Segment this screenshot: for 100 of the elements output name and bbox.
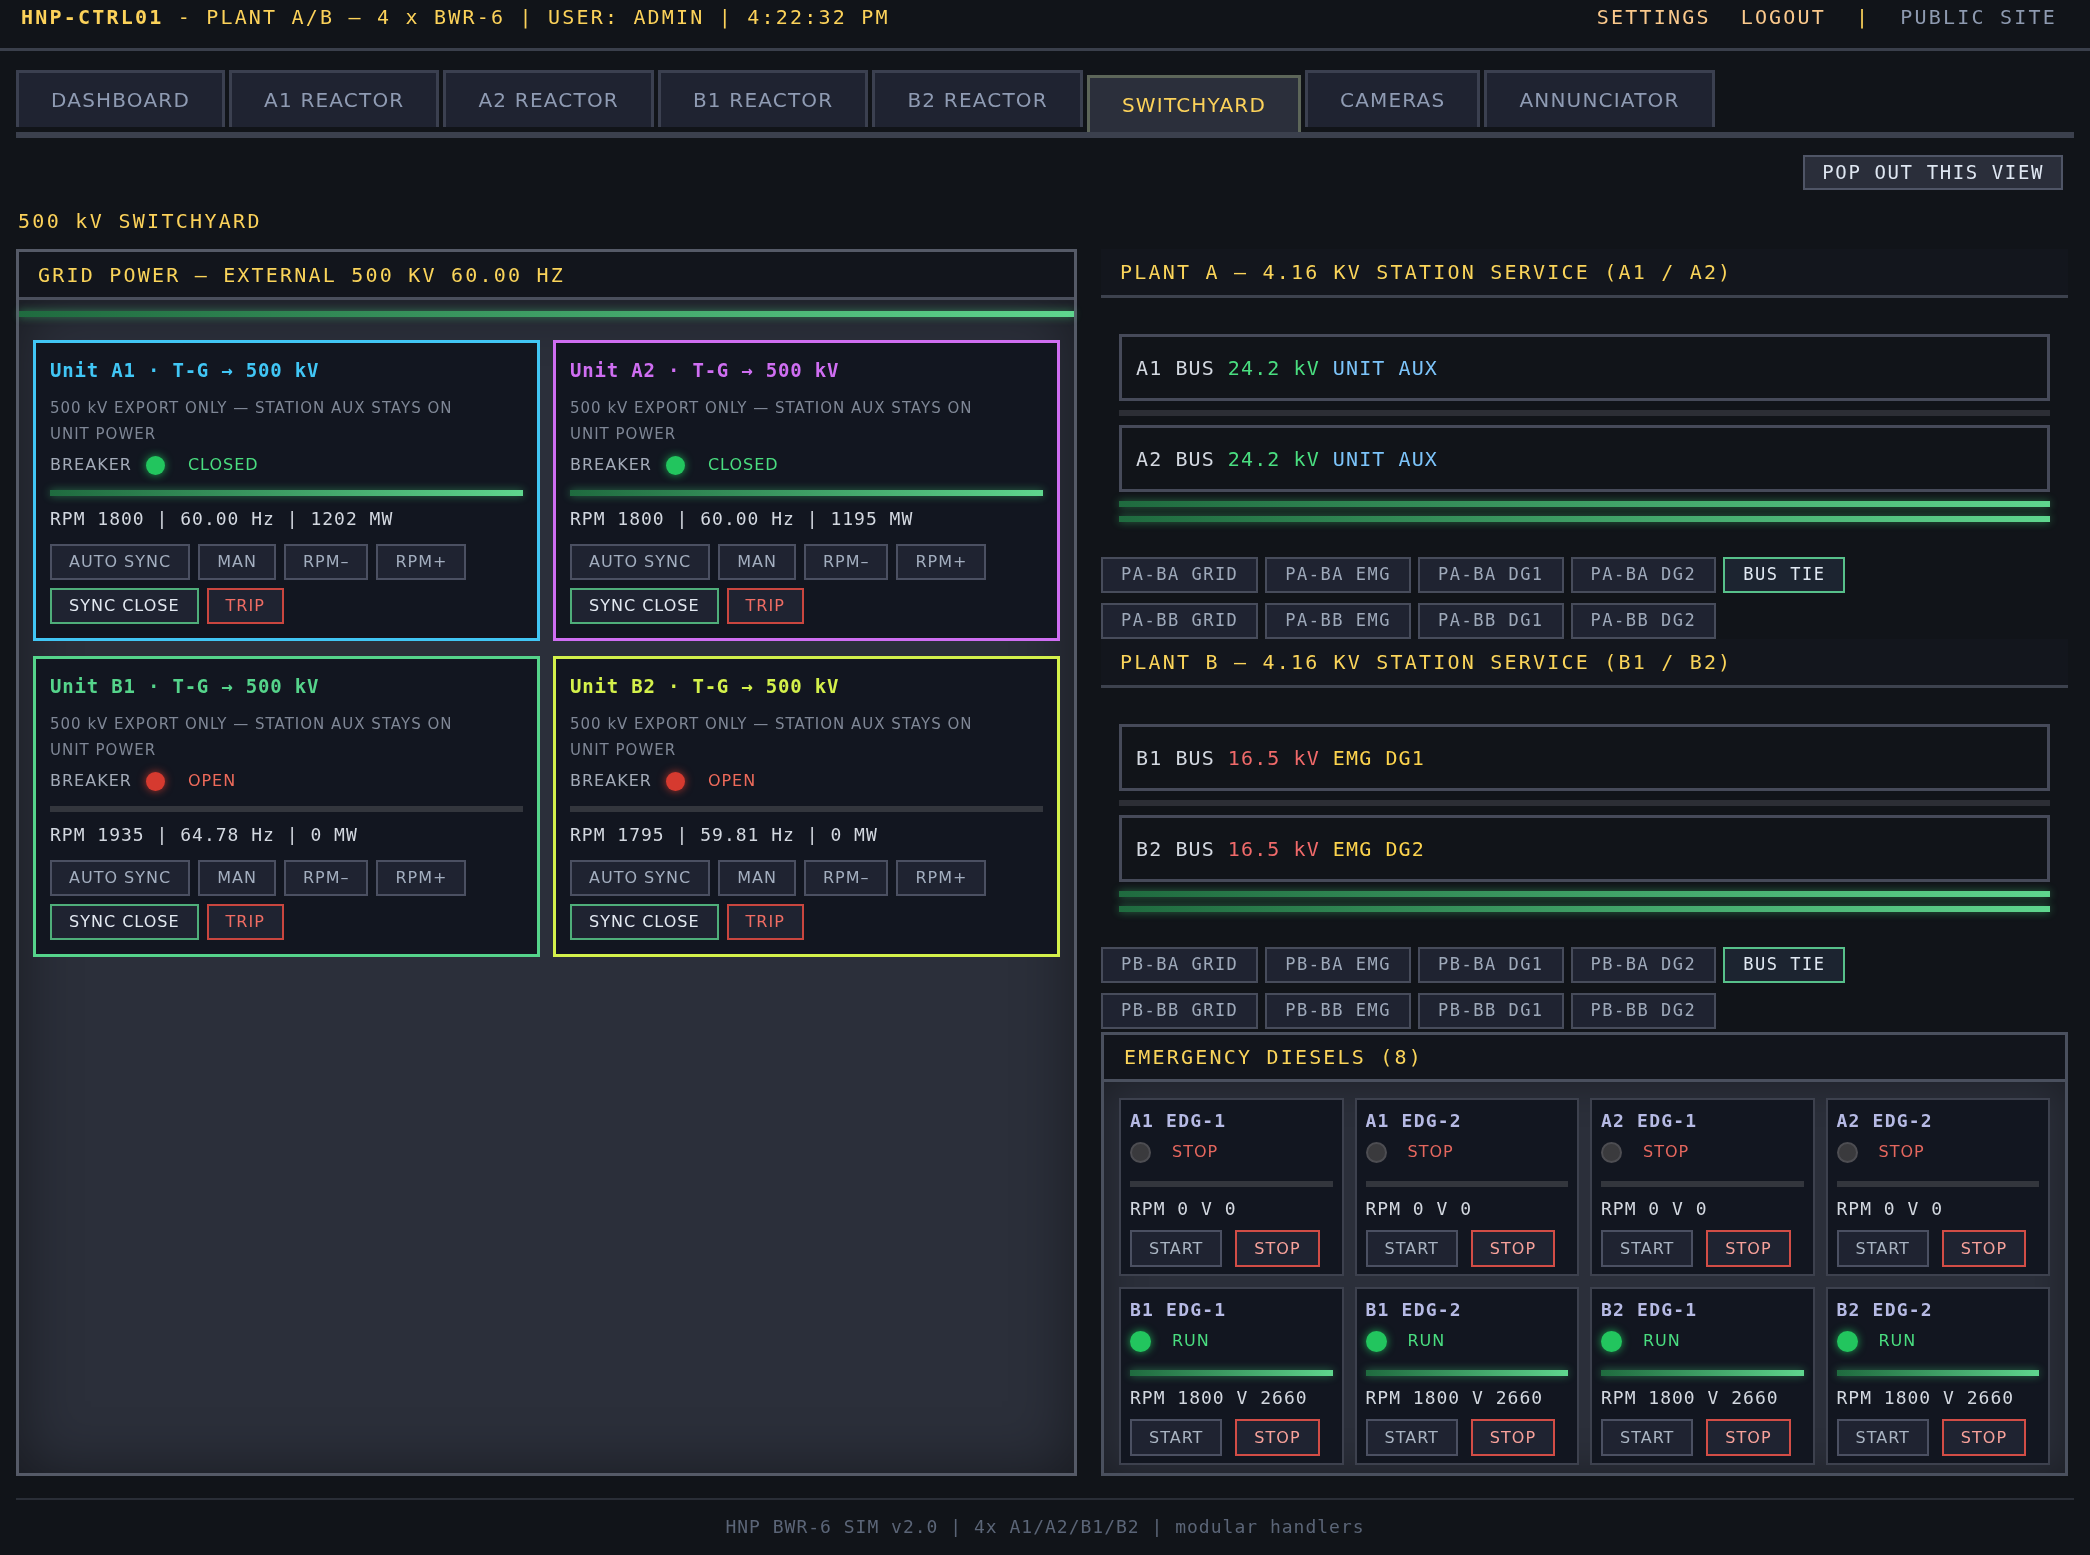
breaker-switch-button[interactable]: PB-BA DG2 [1570,947,1717,983]
breaker-switch-button[interactable]: PA-BA DG2 [1570,557,1717,593]
sync-close-button[interactable]: SYNC CLOSE [570,904,719,940]
stop-button[interactable]: STOP [1941,1230,2027,1267]
diesel-readout: RPM 1800 V 2660 [1130,1386,1308,1410]
bus-name: A1 BUS [1136,354,1215,382]
rpm-up-button[interactable]: RPM+ [376,544,467,580]
sync-close-button[interactable]: SYNC CLOSE [570,588,719,624]
trip-button[interactable]: TRIP [726,904,804,940]
breaker-switch-button[interactable]: PA-BA GRID [1101,557,1259,593]
auto-sync-button[interactable]: AUTO SYNC [50,544,191,580]
breaker-switch-button[interactable]: PB-BB GRID [1101,993,1259,1029]
tab[interactable]: A1 REACTOR [229,70,440,127]
start-button[interactable]: START [1836,1419,1929,1456]
start-button[interactable]: START [1601,1230,1694,1267]
start-button[interactable]: START [1130,1230,1223,1267]
trip-button[interactable]: TRIP [206,588,284,624]
tab[interactable]: CAMERAS [1305,70,1481,127]
diesel-readout: RPM 0 V 0 [1601,1197,1708,1221]
unit-title: Unit A1 · T-G → 500 kV [50,358,320,383]
breaker-switch-button[interactable]: PB-BA GRID [1101,947,1259,983]
breaker-state: OPEN [187,770,237,792]
breaker-switch-button[interactable]: PB-BA EMG [1265,947,1411,983]
breaker-switch-button[interactable]: PA-BB EMG [1265,603,1411,639]
sync-close-button[interactable]: SYNC CLOSE [50,904,199,940]
auto-sync-button[interactable]: AUTO SYNC [570,544,711,580]
breaker-switch-button[interactable]: PB-BA DG1 [1418,947,1564,983]
breaker-switch-button[interactable]: PB-BB DG2 [1570,993,1717,1029]
start-button[interactable]: START [1130,1419,1223,1456]
diesel-readout: RPM 0 V 0 [1836,1197,1944,1221]
bus-voltage: 24.2 kV [1227,445,1320,473]
manual-button[interactable]: MAN [198,860,276,896]
rpm-down-button[interactable]: RPM– [283,860,369,896]
rpm-down-button[interactable]: RPM– [803,544,889,580]
tab[interactable]: A2 REACTOR [443,70,654,127]
breaker-switch-button[interactable]: PB-BB DG1 [1418,993,1564,1029]
unit-readout: RPM 1935 | 64.78 Hz | 0 MW [50,823,358,847]
breaker-switch-button[interactable]: PA-BA EMG [1265,557,1411,593]
stop-button[interactable]: STOP [1470,1419,1556,1456]
stop-button[interactable]: STOP [1470,1230,1556,1267]
breaker-switch-button[interactable]: PB-BB EMG [1265,993,1411,1029]
breaker-switch-button[interactable]: BUS TIE [1723,947,1846,983]
bus-name: B2 BUS [1136,835,1215,863]
breaker-label: BREAKER [570,770,652,792]
tab[interactable]: SWITCHYARD [1086,75,1301,132]
nav-link[interactable]: SETTINGS [1596,3,1711,31]
rpm-down-button[interactable]: RPM– [803,860,889,896]
unit-readout: RPM 1800 | 60.00 Hz | 1195 MW [570,507,914,531]
breaker-state: CLOSED [187,454,259,476]
breaker-switch-button[interactable]: BUS TIE [1723,557,1846,593]
trip-button[interactable]: TRIP [206,904,284,940]
manual-button[interactable]: MAN [718,860,796,896]
diesel-name: A1 EDG-1 [1130,1109,1227,1133]
start-button[interactable]: START [1365,1230,1458,1267]
start-button[interactable]: START [1365,1419,1458,1456]
diesel-readout: RPM 0 V 0 [1365,1197,1473,1221]
tab[interactable]: B1 REACTOR [657,70,869,127]
start-button[interactable]: START [1601,1419,1694,1456]
sync-close-button[interactable]: SYNC CLOSE [50,588,199,624]
breaker-state: CLOSED [707,454,779,476]
stop-button[interactable]: STOP [1706,1230,1791,1267]
diesel-name: A2 EDG-2 [1836,1109,1933,1133]
diesel-readout: RPM 1800 V 2660 [1836,1386,2015,1410]
unit-title: Unit A2 · T-G → 500 kV [570,358,840,383]
diesel-status: STOP [1878,1141,1925,1163]
section-title: PLANT B — 4.16 KV STATION SERVICE (B1 / B2) [1120,649,1733,676]
tab[interactable]: DASHBOARD [16,70,225,127]
trip-button[interactable]: TRIP [726,588,804,624]
stop-button[interactable]: STOP [1941,1419,2027,1456]
nav-link[interactable]: LOGOUT [1740,3,1827,31]
breaker-switch-button[interactable]: PA-BB DG2 [1570,603,1717,639]
rpm-up-button[interactable]: RPM+ [896,544,987,580]
bus-source: UNIT AUX [1332,354,1438,382]
stop-button[interactable]: STOP [1235,1230,1320,1267]
manual-button[interactable]: MAN [198,544,276,580]
stop-button[interactable]: STOP [1235,1419,1320,1456]
diesel-readout: RPM 0 V 0 [1130,1197,1237,1221]
page-title: 500 kV SWITCHYARD [18,208,262,234]
stop-button[interactable]: STOP [1706,1419,1791,1456]
start-button[interactable]: START [1836,1230,1929,1267]
tab[interactable]: B2 REACTOR [872,70,1083,127]
manual-button[interactable]: MAN [718,544,796,580]
diesel-name: B1 EDG-2 [1365,1298,1462,1322]
unit-note: 500 kV EXPORT ONLY — STATION AUX STAYS ON UNIT POWER [570,714,974,761]
breaker-switch-button[interactable]: PA-BB GRID [1101,603,1259,639]
tab[interactable]: ANNUNCIATOR [1484,70,1715,127]
breaker-switch-button[interactable]: PA-BA DG1 [1418,557,1564,593]
unit-note: 500 kV EXPORT ONLY — STATION AUX STAYS ON UNIT POWER [50,714,454,761]
rpm-up-button[interactable]: RPM+ [896,860,987,896]
bus-name: B1 BUS [1136,744,1215,772]
rpm-up-button[interactable]: RPM+ [376,860,467,896]
auto-sync-button[interactable]: AUTO SYNC [570,860,711,896]
diesel-status: RUN [1407,1330,1446,1352]
auto-sync-button[interactable]: AUTO SYNC [50,860,191,896]
pop-out-button[interactable]: POP OUT THIS VIEW [1803,155,2063,190]
footer-text: HNP BWR-6 SIM v2.0 | 4x A1/A2/B1/B2 | modular handlers [725,1515,1365,1539]
breaker-switch-button[interactable]: PA-BB DG1 [1418,603,1564,639]
rpm-down-button[interactable]: RPM– [283,544,369,580]
diesel-name: B2 EDG-1 [1601,1298,1698,1322]
public-site-link[interactable]: PUBLIC SITE [1900,3,2057,31]
